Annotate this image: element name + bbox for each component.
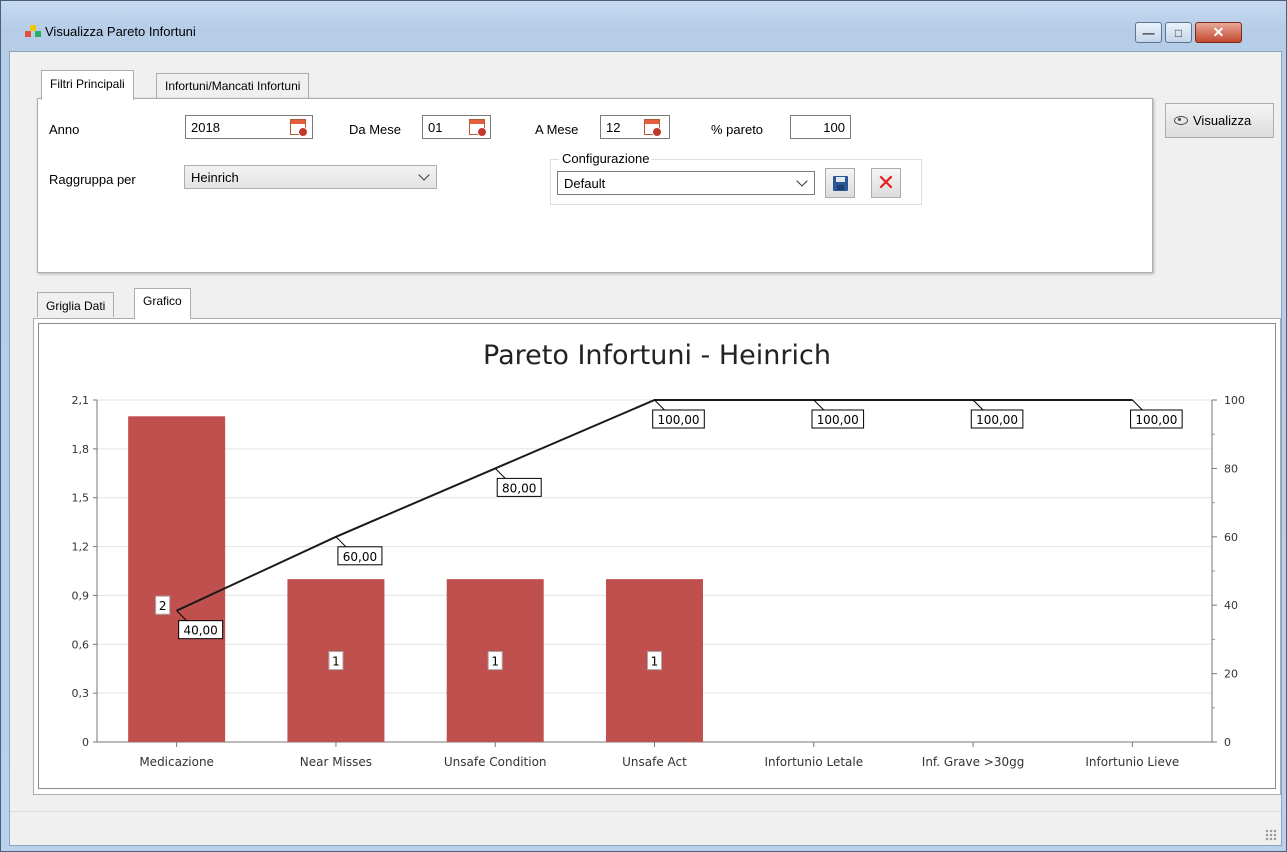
client-area: Filtri Principali Infortuni/Mancati Info… [9, 51, 1282, 846]
delete-icon: ✕ [876, 170, 896, 196]
line-label: 100,00 [658, 413, 700, 427]
raggruppa-value: Heinrich [191, 170, 239, 185]
line-label: 80,00 [502, 481, 536, 495]
chart-panel: Pareto Infortuni - Heinrich 0 0,3 0,6 0,9 1,… [33, 318, 1281, 795]
x-tick-label: Inf. Grave >30gg [922, 755, 1025, 769]
chevron-down-icon [796, 175, 808, 187]
calendar-icon[interactable] [290, 119, 308, 137]
configurazione-label: Configurazione [559, 151, 653, 166]
y-right-tick-label: 60 [1224, 531, 1238, 544]
y-right-tick-label: 0 [1224, 736, 1231, 749]
calendar-icon[interactable] [469, 119, 487, 137]
y-left-tick-label: 0,3 [72, 687, 90, 700]
save-icon [833, 176, 848, 191]
configurazione-select[interactable]: Default [557, 171, 815, 195]
title-bar[interactable]: Visualizza Pareto Infortuni — □ ✕ [1, 1, 1286, 45]
y-left-tick-label: 1,5 [72, 492, 90, 505]
y-left-tick-label: 1,2 [72, 541, 90, 554]
line-label: 100,00 [817, 413, 859, 427]
bar-label: 1 [491, 655, 499, 669]
save-config-button[interactable] [825, 168, 855, 198]
maximize-icon: □ [1174, 25, 1183, 40]
chevron-down-icon [418, 169, 430, 181]
da-mese-label: Da Mese [349, 122, 402, 137]
app-icon [25, 23, 41, 39]
eye-icon [1174, 116, 1188, 125]
y-right-tick-label: 40 [1224, 599, 1238, 612]
line-label: 100,00 [976, 413, 1018, 427]
y-left-tick-label: 0,9 [72, 589, 90, 602]
tab-griglia-dati[interactable]: Griglia Dati [37, 292, 115, 317]
x-tick-label: Near Misses [300, 755, 372, 769]
close-icon: ✕ [1212, 24, 1225, 40]
a-mese-label: A Mese [535, 122, 579, 137]
y-right-tick-label: 100 [1224, 394, 1245, 407]
close-button[interactable]: ✕ [1195, 22, 1242, 43]
chart-area: Pareto Infortuni - Heinrich 0 0,3 0,6 0,9 1,… [38, 323, 1276, 789]
y-left-tick-label: 2,1 [72, 394, 90, 407]
y-left-tick-label: 1,8 [72, 443, 90, 456]
anno-label: Anno [49, 122, 80, 137]
app-window: Visualizza Pareto Infortuni — □ ✕ Filtri… [0, 0, 1287, 852]
bar [128, 416, 226, 742]
window-title: Visualizza Pareto Infortuni [45, 24, 196, 39]
raggruppa-select[interactable]: Heinrich [184, 165, 437, 189]
pareto-label: % pareto [711, 122, 764, 137]
line-label: 60,00 [343, 550, 377, 564]
pareto-chart: Pareto Infortuni - Heinrich 0 0,3 0,6 0,9 1,… [72, 340, 1246, 769]
calendar-icon[interactable] [644, 119, 662, 137]
delete-config-button[interactable]: ✕ [871, 168, 901, 198]
pareto-input[interactable]: 100 [790, 115, 851, 139]
y-left-tick-label: 0,6 [72, 638, 90, 651]
x-tick-label: Unsafe Act [622, 755, 687, 769]
visualizza-label: Visualizza [1193, 113, 1252, 128]
bar-label: 1 [332, 655, 340, 669]
minimize-icon: — [1142, 25, 1155, 40]
filters-panel: Anno 2018 Da Mese 01 A Mese 12 % pareto … [37, 98, 1153, 273]
line-label: 100,00 [1135, 413, 1177, 427]
status-bar [10, 811, 1281, 845]
bar-label: 1 [651, 655, 659, 669]
bar-label: 2 [159, 599, 167, 613]
maximize-button[interactable]: □ [1165, 22, 1192, 43]
tab-infortuni-mancati[interactable]: Infortuni/Mancati Infortuni [156, 73, 310, 98]
configurazione-group: Configurazione Default ✕ [550, 151, 922, 205]
x-tick-label: Unsafe Condition [444, 755, 547, 769]
minimize-button[interactable]: — [1135, 22, 1162, 43]
chart-title: Pareto Infortuni - Heinrich [483, 340, 831, 371]
x-tick-label: Infortunio Lieve [1085, 755, 1179, 769]
resize-grip-icon[interactable] [1265, 829, 1277, 841]
configurazione-value: Default [564, 176, 606, 191]
tab-grafico[interactable]: Grafico [134, 288, 191, 319]
line-label: 40,00 [183, 624, 217, 638]
pareto-line [176, 399, 1133, 612]
x-tick-label: Infortunio Letale [764, 755, 863, 769]
y-right-tick-label: 20 [1224, 668, 1238, 681]
raggruppa-label: Raggruppa per [49, 172, 136, 187]
tab-filtri-principali[interactable]: Filtri Principali [41, 70, 134, 100]
x-tick-label: Medicazione [139, 755, 214, 769]
y-left-tick-label: 0 [82, 736, 89, 749]
visualizza-button[interactable]: Visualizza [1165, 103, 1274, 138]
y-right-tick-label: 80 [1224, 462, 1238, 475]
